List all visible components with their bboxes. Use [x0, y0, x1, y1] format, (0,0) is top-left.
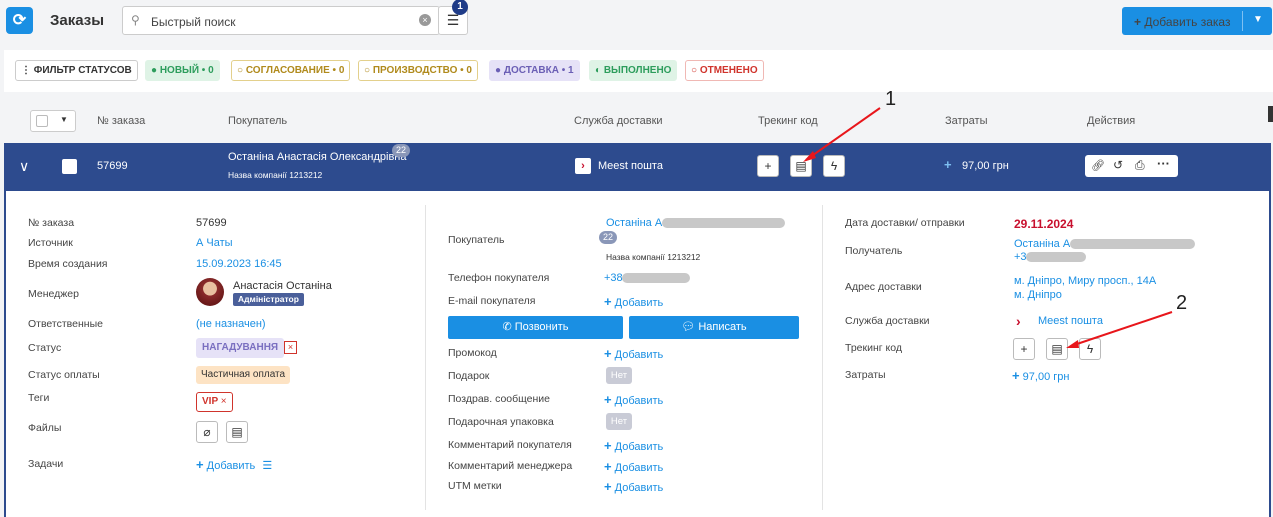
annotation-label-2: 2 [1176, 292, 1188, 314]
annotation-layer [803, 107, 1173, 348]
annotation-arrow-2 [1070, 311, 1173, 347]
annotation-arrowhead-1 [803, 151, 816, 162]
annotation-arrow-1 [805, 107, 881, 161]
annotation-arrowhead-2 [1066, 340, 1079, 348]
annotation-label-1: 1 [885, 88, 897, 110]
